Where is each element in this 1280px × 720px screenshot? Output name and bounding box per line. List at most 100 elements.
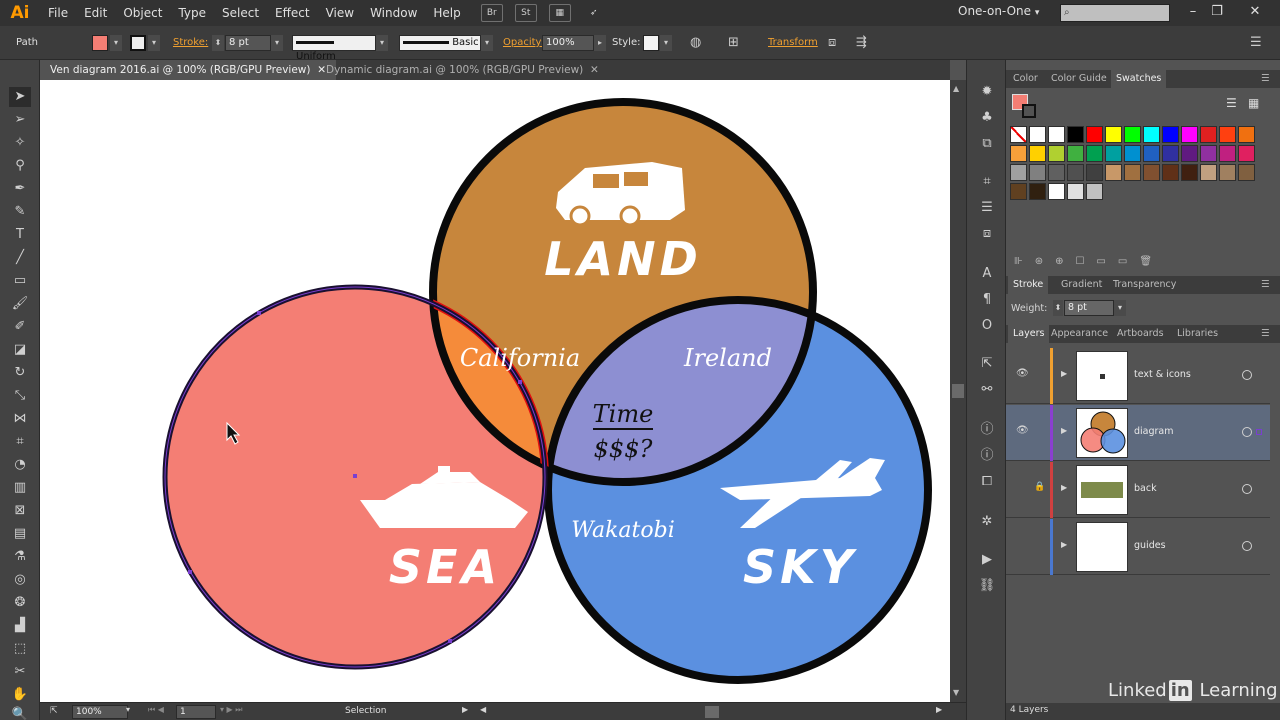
menu-select[interactable]: Select (214, 0, 267, 26)
perspective-grid-tool-icon[interactable]: ▥ (9, 478, 31, 498)
swatch-grid[interactable] (1010, 126, 1260, 246)
color-swatch[interactable] (1105, 164, 1122, 181)
color-swatch[interactable] (1219, 126, 1236, 143)
menu-file[interactable]: File (40, 0, 76, 26)
menu-effect[interactable]: Effect (267, 0, 318, 26)
menu-object[interactable]: Object (115, 0, 170, 26)
expand-arrow-icon[interactable]: ▶ (1061, 426, 1067, 435)
menu-help[interactable]: Help (425, 0, 468, 26)
scroll-right-icon[interactable]: ▶ (936, 705, 942, 714)
target-icon[interactable] (1242, 370, 1252, 380)
selection-tool-icon[interactable]: ➤ (9, 87, 31, 107)
graphic-style-swatch[interactable] (643, 35, 659, 51)
transform-link[interactable]: Transform (768, 37, 818, 48)
color-swatch[interactable] (1143, 164, 1160, 181)
scroll-left-icon[interactable]: ◀ (480, 705, 486, 714)
weight-dropdown[interactable]: ▾ (1114, 300, 1126, 316)
fill-color-swatch[interactable] (92, 35, 108, 51)
color-swatch[interactable] (1162, 145, 1179, 162)
stroke-color-swatch[interactable] (130, 35, 146, 51)
color-swatch[interactable] (1124, 145, 1141, 162)
expand-arrow-icon[interactable]: ▶ (1061, 483, 1067, 492)
color-swatch[interactable] (1048, 183, 1065, 200)
color-swatch[interactable] (1067, 183, 1084, 200)
close-icon[interactable]: ✕ (590, 64, 599, 76)
color-swatch[interactable] (1124, 164, 1141, 181)
color-swatch[interactable] (1086, 126, 1103, 143)
color-swatch[interactable] (1010, 164, 1027, 181)
color-swatch[interactable] (1029, 183, 1046, 200)
tab-appearance[interactable]: Appearance (1046, 325, 1113, 343)
color-swatch[interactable] (1219, 145, 1236, 162)
layer-row-guides[interactable]: ▶ guides (1006, 519, 1270, 575)
vertical-scrollbar[interactable]: ▲ ▼ (950, 80, 966, 702)
layer-name[interactable]: diagram (1134, 426, 1174, 437)
scale-tool-icon[interactable]: ⤡ (9, 386, 31, 406)
stroke-weight-dropdown[interactable]: ▾ (271, 35, 283, 51)
none-swatch[interactable] (1010, 126, 1027, 143)
color-swatch[interactable] (1200, 145, 1217, 162)
zoom-dropdown[interactable]: ▾ (126, 705, 130, 714)
attributes-panel-icon[interactable]: ⧠ (976, 472, 998, 492)
width-tool-icon[interactable]: ⋈ (9, 409, 31, 429)
appearance-panel-icon[interactable]: ✲ (976, 512, 998, 532)
artboard-number-field[interactable]: 1 (176, 705, 216, 719)
graphic-styles-panel-icon[interactable]: ⧉ (976, 134, 998, 154)
stroke-weight-field[interactable]: 8 pt (225, 35, 271, 51)
horizontal-scroll-thumb[interactable] (705, 706, 719, 718)
control-menu-icon[interactable]: ☰ (1250, 35, 1262, 50)
stock-button[interactable]: St (514, 4, 537, 22)
shaper-tool-icon[interactable]: ✐ (9, 317, 31, 337)
grid-view-icon[interactable]: ▦ (1248, 96, 1259, 110)
anchor-point[interactable] (448, 639, 452, 643)
zoom-tool-icon[interactable]: 🔍 (9, 705, 31, 720)
brush-dropdown[interactable]: ▾ (481, 35, 493, 51)
free-transform-tool-icon[interactable]: ⌗ (9, 432, 31, 452)
color-swatch[interactable] (1200, 164, 1217, 181)
mesh-tool-icon[interactable]: ⊠ (9, 501, 31, 521)
symbols-panel-icon[interactable]: ♣ (976, 108, 998, 128)
white-swatch[interactable] (1048, 126, 1065, 143)
opacity-dropdown[interactable]: ▸ (594, 35, 606, 51)
panel-menu-icon[interactable]: ☰ (1256, 276, 1275, 294)
export-icon[interactable]: ⇱ (50, 706, 58, 716)
color-swatch[interactable] (1238, 126, 1255, 143)
color-swatch[interactable] (1238, 164, 1255, 181)
document-info-panel-icon[interactable]: ⓘ (976, 446, 998, 466)
brush-definition[interactable]: Basic (399, 35, 481, 51)
color-swatch[interactable] (1105, 126, 1122, 143)
asset-export-panel-icon[interactable]: ⇱ (976, 354, 998, 374)
color-swatch[interactable] (1086, 145, 1103, 162)
scroll-up-icon[interactable]: ▲ (953, 84, 959, 93)
eraser-tool-icon[interactable]: ◪ (9, 340, 31, 360)
stroke-weight-stepper[interactable]: ⬍ (212, 35, 224, 51)
color-swatch[interactable] (1048, 164, 1065, 181)
expand-arrow-icon[interactable]: ▶ (1061, 369, 1067, 378)
arrange-icon[interactable]: ⇶ (856, 35, 867, 50)
swatch-actions-icon[interactable]: ⊪⊛⊕☐▭▭🗑 (1014, 256, 1164, 267)
hand-tool-icon[interactable]: ✋ (9, 685, 31, 705)
color-swatch[interactable] (1181, 164, 1198, 181)
stroke-indicator[interactable] (1022, 104, 1036, 118)
color-swatch[interactable] (1238, 145, 1255, 162)
pathfinder-panel-icon[interactable]: ⧈ (976, 224, 998, 244)
layer-name[interactable]: guides (1134, 540, 1166, 551)
search-input[interactable]: ⌕ (1060, 4, 1170, 22)
shape-builder-tool-icon[interactable]: ◔ (9, 455, 31, 475)
bridge-button[interactable]: Br (480, 4, 503, 22)
target-icon[interactable] (1242, 427, 1252, 437)
align-panel-icon[interactable]: ☰ (976, 198, 998, 218)
color-swatch[interactable] (1143, 126, 1160, 143)
color-swatch[interactable] (1162, 126, 1179, 143)
info-panel-icon[interactable]: ⓘ (976, 420, 998, 440)
color-swatch[interactable] (1181, 126, 1198, 143)
opacity-label[interactable]: Opacity: (503, 37, 544, 48)
color-swatch[interactable] (1048, 145, 1065, 162)
color-swatch[interactable] (1067, 164, 1084, 181)
layer-row-back[interactable]: 🔒 ▶ back (1006, 462, 1270, 518)
color-swatch[interactable] (1105, 145, 1122, 162)
tab-artboards[interactable]: Artboards (1112, 325, 1169, 343)
tab-swatches[interactable]: Swatches (1111, 70, 1167, 88)
visibility-eye-icon[interactable]: 👁 (1016, 368, 1029, 379)
menu-edit[interactable]: Edit (76, 0, 115, 26)
